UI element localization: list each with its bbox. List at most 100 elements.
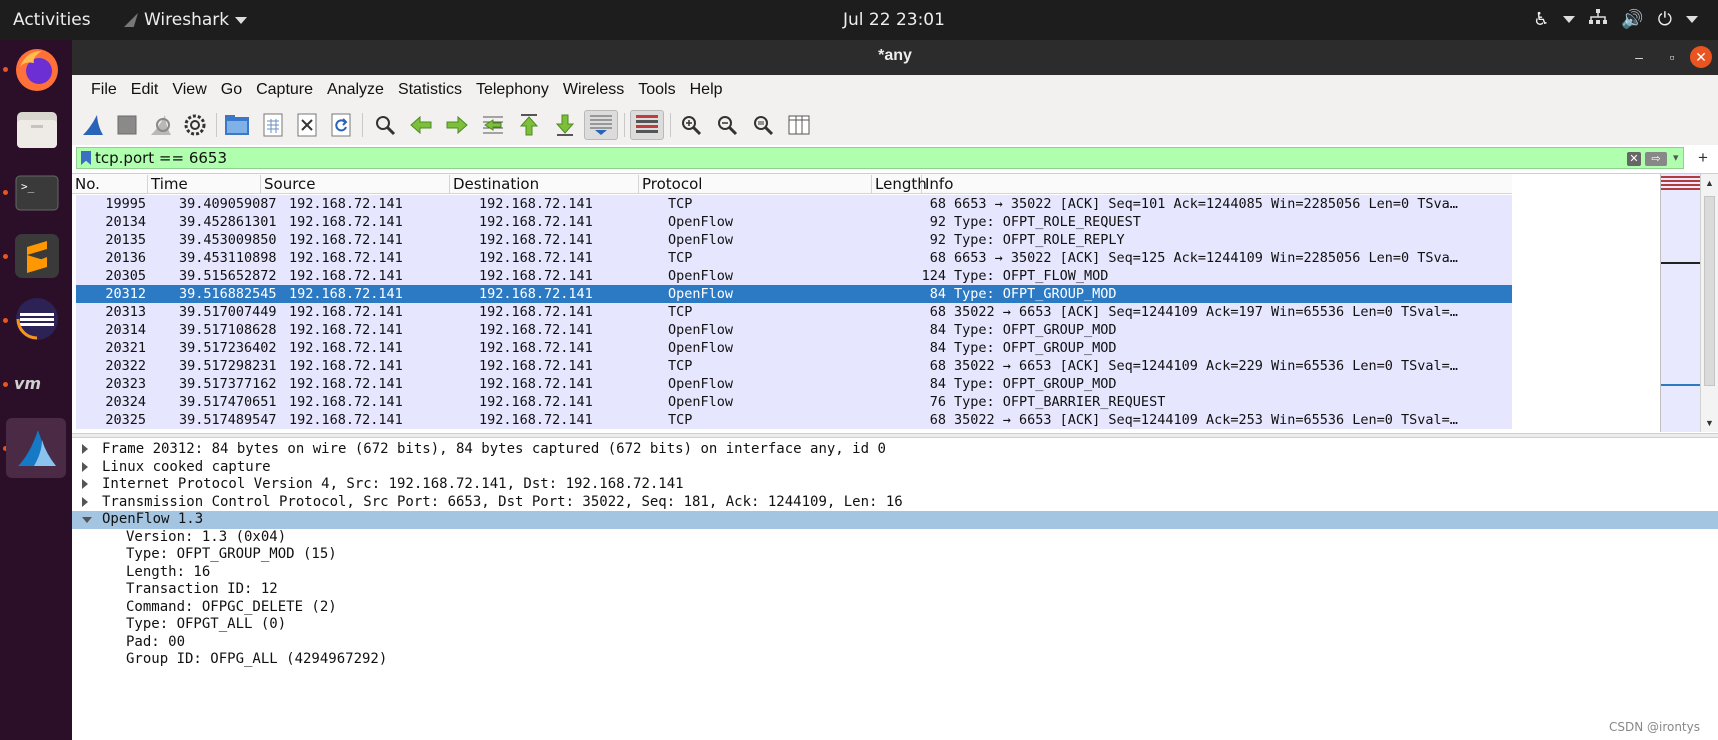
detail-tree-field[interactable]: Version: 1.3 (0x04)	[72, 529, 1718, 547]
scrollbar-thumb[interactable]	[1704, 196, 1715, 386]
scroll-down-icon[interactable]: ▼	[1705, 418, 1714, 428]
zoom-out-icon[interactable]	[712, 110, 742, 140]
menu-go[interactable]: Go	[214, 81, 249, 99]
packet-row[interactable]: 20325 39.517489547 192.168.72.141 192.168.7…	[76, 411, 1512, 429]
detail-tree-field[interactable]: Type: OFPGT_ALL (0)	[72, 616, 1718, 634]
detail-tree-node[interactable]: Frame 20312: 84 bytes on wire (672 bits)…	[72, 441, 1718, 459]
wireshark-dock-icon[interactable]	[6, 418, 66, 478]
column-info[interactable]: Info	[922, 175, 1512, 193]
activities-button[interactable]: Activities	[13, 10, 91, 30]
capture-options-gear-icon[interactable]	[180, 110, 210, 140]
clear-filter-button[interactable]: ✕	[1627, 152, 1641, 166]
detail-tree-field[interactable]: Command: OFPGC_DELETE (2)	[72, 599, 1718, 617]
collapse-right-icon[interactable]	[82, 444, 88, 454]
packet-row[interactable]: 20324 39.517470651 192.168.72.141 192.168.7…	[76, 393, 1512, 411]
detail-tree-field[interactable]: Transaction ID: 12	[72, 581, 1718, 599]
pane-splitter[interactable]	[72, 433, 1718, 438]
colorize-packet-list-icon[interactable]	[630, 110, 664, 140]
display-filter-input[interactable]: tcp.port == 6653 ✕ ⇨ ▾	[76, 147, 1684, 169]
start-capture-fin-icon[interactable]	[78, 110, 108, 140]
maximize-button[interactable]: ▫	[1661, 46, 1683, 68]
close-file-icon[interactable]	[292, 110, 322, 140]
find-packet-search-icon[interactable]	[370, 110, 400, 140]
go-to-packet-icon[interactable]	[478, 110, 508, 140]
packet-row[interactable]: 20313 39.517007449 192.168.72.141 192.168.7…	[76, 303, 1512, 321]
menu-telephony[interactable]: Telephony	[469, 81, 556, 99]
clock[interactable]: Jul 22 23:01	[843, 10, 945, 30]
packet-row[interactable]: 20305 39.515652872 192.168.72.141 192.168.7…	[76, 267, 1512, 285]
vmware-icon[interactable]: vm	[9, 355, 65, 411]
packet-minimap[interactable]	[1660, 174, 1701, 432]
menu-analyze[interactable]: Analyze	[320, 81, 391, 99]
reload-file-icon[interactable]	[326, 110, 356, 140]
column-length[interactable]: Length	[872, 175, 927, 193]
collapse-right-icon[interactable]	[82, 461, 88, 472]
menu-file[interactable]: File	[84, 81, 124, 99]
menu-capture[interactable]: Capture	[249, 81, 320, 99]
detail-tree-node[interactable]: Linux cooked capture	[72, 459, 1718, 477]
packet-row[interactable]: 20314 39.517108628 192.168.72.141 192.168.7…	[76, 321, 1512, 339]
scroll-up-icon[interactable]: ▲	[1705, 178, 1714, 188]
open-file-folder-icon[interactable]	[222, 110, 252, 140]
menu-wireless[interactable]: Wireless	[556, 81, 631, 99]
packet-row[interactable]: 20321 39.517236402 192.168.72.141 192.168.7…	[76, 339, 1512, 357]
app-menu[interactable]: Wireshark	[124, 10, 248, 30]
detail-tree-node[interactable]: Transmission Control Protocol, Src Port:…	[72, 494, 1718, 512]
column-time[interactable]: Time	[148, 175, 261, 193]
packet-row[interactable]: 20135 39.453009850 192.168.72.141 192.168.7…	[76, 231, 1512, 249]
menu-view[interactable]: View	[165, 81, 213, 99]
detail-tree-field[interactable]: Pad: 00	[72, 634, 1718, 652]
close-button[interactable]: ✕	[1690, 46, 1712, 68]
packet-row[interactable]: 20322 39.517298231 192.168.72.141 192.168.7…	[76, 357, 1512, 375]
column-no[interactable]: No.	[72, 175, 148, 193]
zoom-in-icon[interactable]	[676, 110, 706, 140]
apply-filter-button[interactable]: ⇨	[1645, 152, 1667, 166]
display-filter-text[interactable]: tcp.port == 6653	[95, 149, 227, 167]
column-protocol[interactable]: Protocol	[639, 175, 872, 193]
volume-icon[interactable]: 🔊	[1621, 9, 1643, 30]
go-back-arrow-icon[interactable]	[406, 110, 436, 140]
minimize-button[interactable]: –	[1628, 46, 1650, 68]
detail-tree-field[interactable]: Type: OFPT_GROUP_MOD (15)	[72, 546, 1718, 564]
packet-row[interactable]: 20323 39.517377162 192.168.72.141 192.168.7…	[76, 375, 1512, 393]
detail-tree-field[interactable]: Length: 16	[72, 564, 1718, 582]
eclipse-icon[interactable]	[9, 291, 65, 347]
packet-row[interactable]: 20312 39.516882545 192.168.72.141 192.168.7…	[76, 285, 1512, 303]
accessibility-icon[interactable]: ♿	[1533, 9, 1549, 30]
save-file-icon[interactable]	[258, 110, 288, 140]
menu-statistics[interactable]: Statistics	[391, 81, 469, 99]
auto-scroll-icon[interactable]	[584, 110, 618, 140]
detail-tree-node[interactable]: Internet Protocol Version 4, Src: 192.16…	[72, 476, 1718, 494]
menu-edit[interactable]: Edit	[124, 81, 166, 99]
go-forward-arrow-icon[interactable]	[442, 110, 472, 140]
stop-capture-icon[interactable]	[112, 110, 142, 140]
firefox-icon[interactable]	[9, 42, 65, 98]
normal-size-icon[interactable]	[748, 110, 778, 140]
collapse-right-icon[interactable]	[82, 479, 88, 489]
menu-help[interactable]: Help	[683, 81, 730, 99]
resize-columns-icon[interactable]	[784, 110, 814, 140]
filter-bookmark-icon[interactable]	[81, 151, 91, 165]
column-destination[interactable]: Destination	[450, 175, 639, 193]
packet-row[interactable]: 20134 39.452861301 192.168.72.141 192.168.7…	[76, 213, 1512, 231]
go-last-packet-icon[interactable]	[550, 110, 580, 140]
detail-tree-node[interactable]: OpenFlow 1.3	[72, 511, 1718, 529]
restart-capture-icon[interactable]	[146, 110, 176, 140]
packet-list-scrollbar[interactable]: ▲ ▼	[1700, 174, 1718, 432]
system-tray[interactable]: ♿ 🔊 ⏻	[1533, 9, 1698, 30]
network-icon[interactable]	[1589, 9, 1608, 30]
files-icon[interactable]	[9, 102, 65, 158]
terminal-icon[interactable]: >_	[9, 165, 65, 221]
power-icon[interactable]: ⏻	[1658, 9, 1672, 30]
collapse-right-icon[interactable]	[82, 496, 88, 507]
expand-down-icon[interactable]	[82, 517, 92, 523]
detail-tree-field[interactable]: Group ID: OFPG_ALL (4294967292)	[72, 651, 1718, 669]
sublime-text-icon[interactable]	[9, 228, 65, 284]
add-filter-button[interactable]: +	[1698, 148, 1708, 168]
go-first-packet-icon[interactable]	[514, 110, 544, 140]
column-source[interactable]: Source	[261, 175, 450, 193]
packet-row[interactable]: 20136 39.453110898 192.168.72.141 192.168.7…	[76, 249, 1512, 267]
menu-tools[interactable]: Tools	[631, 81, 682, 99]
filter-history-dropdown[interactable]: ▾	[1673, 151, 1679, 164]
packet-row[interactable]: 19995 39.409059087 192.168.72.141 192.168.7…	[76, 195, 1512, 213]
